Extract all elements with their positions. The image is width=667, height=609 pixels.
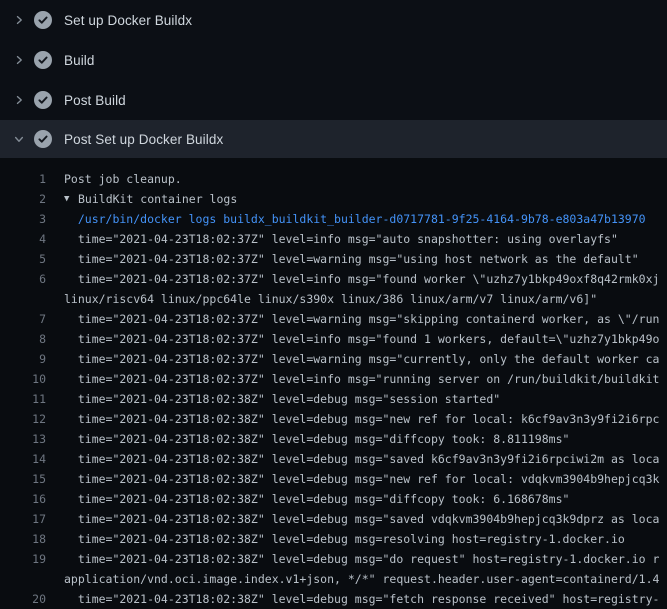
log-text: time="2021-04-23T18:02:37Z" level=info m… [64, 369, 659, 389]
log-line: 11 time="2021-04-23T18:02:38Z" level=deb… [0, 389, 667, 409]
log-text: time="2021-04-23T18:02:38Z" level=debug … [64, 389, 500, 409]
log-text: time="2021-04-23T18:02:38Z" level=debug … [64, 489, 569, 509]
line-number-link[interactable]: 2 [0, 189, 46, 209]
line-number-link[interactable]: 6 [0, 269, 46, 289]
log-text: time="2021-04-23T18:02:37Z" level=warnin… [64, 349, 659, 369]
line-number-link[interactable]: 16 [0, 489, 46, 509]
log-text: BuildKit container logs [78, 189, 237, 209]
log-line: 20 time="2021-04-23T18:02:38Z" level=deb… [0, 589, 667, 609]
chevron-right-icon [12, 52, 26, 68]
line-number-link[interactable]: 19 [0, 549, 46, 569]
line-number-link[interactable]: 12 [0, 409, 46, 429]
step-label: Build [64, 53, 95, 68]
chevron-down-icon [12, 131, 26, 147]
log-line: application/vnd.oci.image.index.v1+json,… [0, 569, 667, 589]
log-line: 16 time="2021-04-23T18:02:38Z" level=deb… [0, 489, 667, 509]
log-line: 3 /usr/bin/docker logs buildx_buildkit_b… [0, 209, 667, 229]
line-number-link[interactable]: 20 [0, 589, 46, 609]
log-text: time="2021-04-23T18:02:38Z" level=debug … [64, 469, 659, 489]
log-line: 18 time="2021-04-23T18:02:38Z" level=deb… [0, 529, 667, 549]
step-row[interactable]: Post Build [0, 80, 667, 120]
line-number-link[interactable]: 10 [0, 369, 46, 389]
log-pane: 1 Post job cleanup. 2 ▼BuildKit container l… [0, 158, 667, 609]
step-row[interactable]: Set up Docker Buildx [0, 0, 667, 40]
log-text: time="2021-04-23T18:02:38Z" level=debug … [64, 409, 659, 429]
step-row[interactable]: Post Set up Docker Buildx [0, 120, 667, 158]
log-text: time="2021-04-23T18:02:38Z" level=debug … [64, 589, 659, 609]
log-line: 6 time="2021-04-23T18:02:37Z" level=info… [0, 269, 667, 289]
log-text: Post job cleanup. [64, 169, 182, 189]
step-row[interactable]: Build [0, 40, 667, 80]
check-circle-icon [34, 51, 52, 69]
log-line: 2 ▼BuildKit container logs [0, 189, 667, 209]
log-text: time="2021-04-23T18:02:37Z" level=info m… [64, 269, 659, 289]
log-line: 14 time="2021-04-23T18:02:38Z" level=deb… [0, 449, 667, 469]
line-number-link[interactable]: 3 [0, 209, 46, 229]
log-text: time="2021-04-23T18:02:37Z" level=warnin… [64, 309, 659, 329]
log-line: 17 time="2021-04-23T18:02:38Z" level=deb… [0, 509, 667, 529]
log-line: 12 time="2021-04-23T18:02:38Z" level=deb… [0, 409, 667, 429]
log-line: 7 time="2021-04-23T18:02:37Z" level=warn… [0, 309, 667, 329]
log-text: time="2021-04-23T18:02:38Z" level=debug … [64, 429, 569, 449]
line-number-link[interactable]: 5 [0, 249, 46, 269]
command-text: /usr/bin/docker logs buildx_buildkit_bui… [64, 209, 646, 229]
log-text: application/vnd.oci.image.index.v1+json,… [64, 569, 659, 589]
line-number-link[interactable]: 13 [0, 429, 46, 449]
chevron-right-icon [12, 92, 26, 108]
step-label: Post Build [64, 93, 126, 108]
log-text: time="2021-04-23T18:02:38Z" level=debug … [64, 549, 659, 569]
log-line: 9 time="2021-04-23T18:02:37Z" level=warn… [0, 349, 667, 369]
check-circle-icon [34, 91, 52, 109]
log-text: time="2021-04-23T18:02:37Z" level=info m… [64, 329, 659, 349]
group-toggle-icon[interactable]: ▼ [64, 189, 78, 209]
chevron-right-icon [12, 12, 26, 28]
line-number-link[interactable]: 17 [0, 509, 46, 529]
log-line: 5 time="2021-04-23T18:02:37Z" level=warn… [0, 249, 667, 269]
line-number-link[interactable]: 9 [0, 349, 46, 369]
log-line: 8 time="2021-04-23T18:02:37Z" level=info… [0, 329, 667, 349]
log-line: 4 time="2021-04-23T18:02:37Z" level=info… [0, 229, 667, 249]
log-line: linux/riscv64 linux/ppc64le linux/s390x … [0, 289, 667, 309]
log-line: 1 Post job cleanup. [0, 169, 667, 189]
log-line: 15 time="2021-04-23T18:02:38Z" level=deb… [0, 469, 667, 489]
check-circle-icon [34, 11, 52, 29]
line-number-link[interactable]: 8 [0, 329, 46, 349]
line-number-link[interactable]: 11 [0, 389, 46, 409]
line-number-link[interactable]: 1 [0, 169, 46, 189]
line-number-link[interactable]: 18 [0, 529, 46, 549]
log-text: time="2021-04-23T18:02:38Z" level=debug … [64, 449, 659, 469]
check-circle-icon [34, 130, 52, 148]
log-line: 19 time="2021-04-23T18:02:38Z" level=deb… [0, 549, 667, 569]
step-label: Post Set up Docker Buildx [64, 132, 223, 147]
line-number-link[interactable]: 4 [0, 229, 46, 249]
log-text: time="2021-04-23T18:02:38Z" level=debug … [64, 509, 659, 529]
log-text: time="2021-04-23T18:02:37Z" level=warnin… [64, 249, 639, 269]
log-text: time="2021-04-23T18:02:38Z" level=debug … [64, 529, 625, 549]
step-label: Set up Docker Buildx [64, 13, 192, 28]
line-number-link[interactable]: 7 [0, 309, 46, 329]
log-line: 13 time="2021-04-23T18:02:38Z" level=deb… [0, 429, 667, 449]
log-text: linux/riscv64 linux/ppc64le linux/s390x … [64, 289, 597, 309]
log-text: time="2021-04-23T18:02:37Z" level=info m… [64, 229, 618, 249]
line-number-link[interactable]: 15 [0, 469, 46, 489]
log-line: 10 time="2021-04-23T18:02:37Z" level=inf… [0, 369, 667, 389]
line-number-link[interactable]: 14 [0, 449, 46, 469]
steps-list: Set up Docker Buildx Build Post Build Post … [0, 0, 667, 158]
